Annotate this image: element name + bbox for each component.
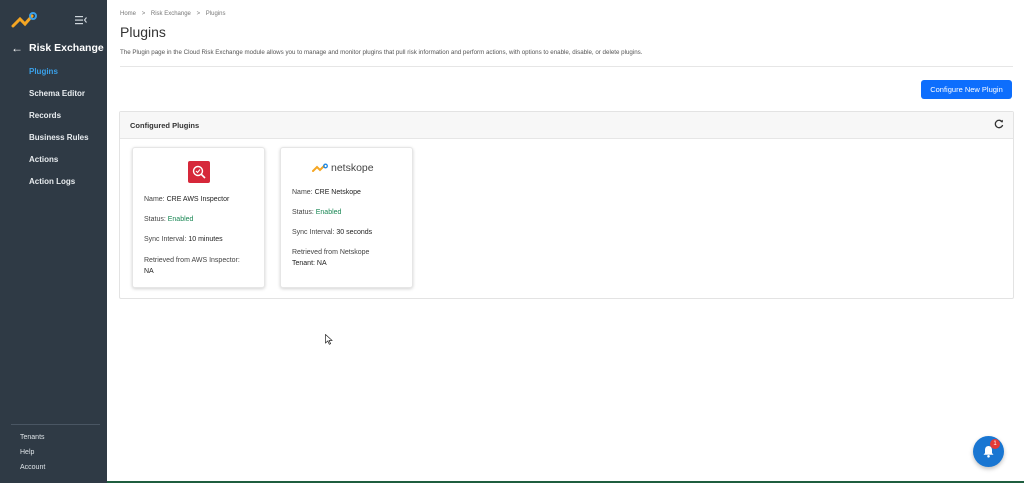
plugin-name: Name: CRE Netskope (292, 189, 361, 196)
page-description: The Plugin page in the Cloud Risk Exchan… (120, 49, 643, 56)
main-content: Home > Risk Exchange > Plugins Plugins T… (107, 0, 1024, 483)
sidebar-nav: Plugins Schema Editor Records Business R… (29, 66, 89, 198)
sidebar-item-action-logs[interactable]: Action Logs (29, 176, 89, 198)
plugin-status: Status: Enabled (144, 216, 194, 223)
status-badge: Enabled (167, 216, 194, 223)
notifications-button[interactable]: 1 (973, 436, 1004, 467)
plugin-retrieved: Retrieved from AWS Inspector: NA (144, 257, 240, 275)
aws-inspector-icon (188, 161, 210, 183)
back-arrow-icon: ← (11, 41, 23, 55)
breadcrumb-plugins: Plugins (205, 11, 226, 17)
status-badge: Enabled (315, 209, 342, 216)
sidebar-item-schema-editor[interactable]: Schema Editor (29, 88, 89, 110)
header-divider (120, 66, 1013, 67)
netskope-mark-icon (312, 163, 328, 172)
breadcrumb-risk-exchange[interactable]: Risk Exchange (151, 11, 191, 17)
refresh-icon[interactable] (994, 119, 1004, 129)
plugin-sync-interval: Sync Interval: 10 minutes (144, 236, 223, 243)
sidebar-item-business-rules[interactable]: Business Rules (29, 132, 89, 154)
breadcrumb-home[interactable]: Home (120, 11, 136, 17)
sidebar-item-plugins[interactable]: Plugins (29, 66, 89, 88)
plugin-sync-interval: Sync Interval: 30 seconds (292, 229, 373, 236)
breadcrumb-separator: > (141, 11, 146, 17)
page-title: Plugins (120, 24, 166, 40)
plugin-status: Status: Enabled (292, 209, 342, 216)
plugin-retrieved: Retrieved from Netskope Tenant: NA (292, 249, 370, 267)
sidebar-link-tenants[interactable]: Tenants (20, 433, 45, 448)
sidebar-item-actions[interactable]: Actions (29, 154, 89, 176)
plugin-name: Name: CRE AWS Inspector (144, 196, 230, 203)
sidebar: ← Risk Exchange Plugins Schema Editor Re… (0, 0, 107, 483)
netskope-logo-icon[interactable] (11, 12, 37, 30)
sidebar-divider (11, 424, 100, 425)
breadcrumb: Home > Risk Exchange > Plugins (120, 11, 229, 17)
breadcrumb-separator: > (196, 11, 201, 17)
back-to-risk-exchange[interactable]: ← Risk Exchange (11, 41, 104, 55)
mouse-cursor-icon (325, 334, 333, 345)
netskope-logo: netskope (312, 162, 374, 174)
module-title: Risk Exchange (29, 42, 104, 54)
sidebar-link-help[interactable]: Help (20, 448, 45, 463)
plugin-card-aws-inspector[interactable]: Name: CRE AWS Inspector Status: Enabled … (132, 147, 265, 288)
sidebar-item-records[interactable]: Records (29, 110, 89, 132)
configured-plugins-panel: Configured Plugins Name: CRE AWS Inspect… (119, 111, 1014, 299)
configure-new-plugin-button[interactable]: Configure New Plugin (921, 80, 1012, 99)
sidebar-bottom-links: Tenants Help Account (20, 433, 45, 478)
collapse-menu-icon[interactable] (75, 15, 87, 25)
plugin-card-netskope[interactable]: netskope Name: CRE Netskope Status: Enab… (280, 147, 413, 288)
notification-count-badge: 1 (990, 439, 1000, 449)
panel-header: Configured Plugins (120, 112, 1013, 139)
panel-title: Configured Plugins (130, 121, 200, 130)
sidebar-link-account[interactable]: Account (20, 463, 45, 478)
